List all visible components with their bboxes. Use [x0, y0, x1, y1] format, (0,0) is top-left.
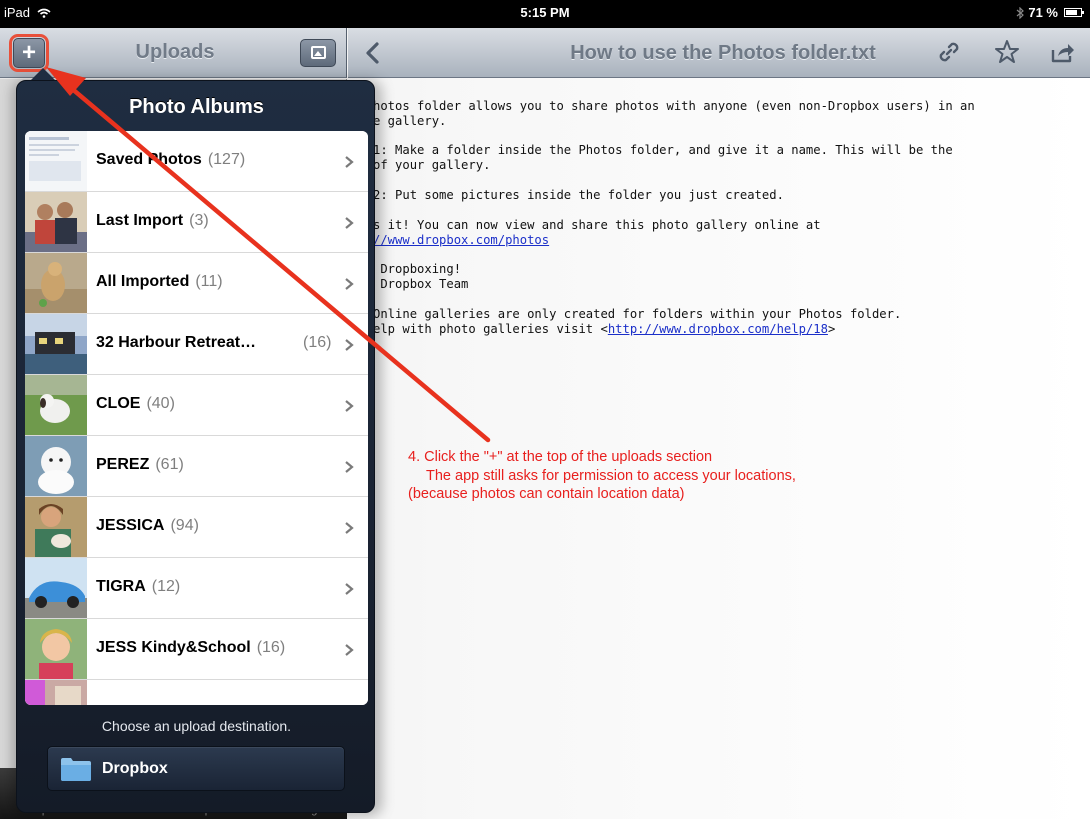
document-body: e Photos folder allows you to share phot… [351, 84, 1090, 366]
doc-line: ep 1: Make a folder inside the Photos fo… [351, 143, 953, 158]
link-icon[interactable] [936, 39, 962, 65]
album-name: JESS Kindy&School (16) [96, 639, 286, 656]
album-thumbnail [25, 558, 87, 618]
album-count: (16) [303, 334, 332, 351]
album-thumbnail [25, 497, 87, 557]
album-row-jessica[interactable]: JESSICA (94) [25, 497, 368, 558]
chevron-right-icon [345, 400, 354, 412]
album-name: All Imported (11) [96, 273, 223, 290]
album-row-saved-photos[interactable]: Saved Photos (127) [25, 131, 368, 192]
battery-icon [1064, 8, 1084, 17]
album-count: (94) [170, 517, 199, 534]
document-toolbar: How to use the Photos folder.txt [348, 28, 1090, 78]
chevron-right-icon [345, 583, 354, 595]
album-row-last-import[interactable]: Last Import (3) [25, 192, 368, 253]
doc-line: e Photos folder allows you to share phot… [351, 98, 975, 113]
album-name: Saved Photos (127) [96, 151, 246, 168]
album-count: (40) [146, 395, 175, 412]
status-right: 71 % [1016, 5, 1084, 20]
help-link[interactable]: http://www.dropbox.com/help/18 [608, 322, 828, 336]
album-count: (61) [155, 456, 184, 473]
doc-line: at's it! You can now view and share this… [351, 217, 821, 232]
album-thumbnail [25, 375, 87, 435]
annotation-note: 4. Click the "+" at the top of the uploa… [408, 448, 928, 504]
album-thumbnail [25, 619, 87, 679]
album-name: CLOE (40) [96, 395, 175, 412]
album-count: (16) [256, 639, 286, 656]
album-thumbnail [25, 131, 87, 191]
chevron-right-icon [345, 461, 354, 473]
album-row-all-imported[interactable]: All Imported (11) [25, 253, 368, 314]
chevron-right-icon [345, 522, 354, 534]
battery-percent: 71 % [1028, 5, 1058, 20]
photo-icon [311, 46, 326, 59]
album-thumbnail [25, 436, 87, 496]
album-row-tigra[interactable]: TIGRA (12) [25, 558, 368, 619]
popover-title: Photo Albums [129, 96, 264, 118]
album-row-perez[interactable]: PEREZ (61) [25, 436, 368, 497]
album-name: Last Import (3) [96, 212, 209, 229]
annotation-line: The app still asks for permission to acc… [426, 467, 796, 484]
chevron-right-icon [345, 339, 354, 351]
folder-icon [61, 758, 91, 781]
chevron-right-icon [345, 644, 354, 656]
album-thumbnail [25, 192, 87, 252]
chevron-right-icon [345, 278, 354, 290]
album-thumbnail [25, 680, 87, 705]
annotation-line: (because photos can contain location dat… [408, 486, 685, 502]
album-row-partial[interactable] [25, 680, 368, 705]
photo-library-button[interactable] [300, 39, 336, 67]
upload-destination-hint: Choose an upload destination. [101, 718, 292, 734]
status-bar: iPad 5:15 PM 71 % [0, 0, 1090, 28]
upload-destination-button[interactable]: Dropbox [47, 746, 345, 791]
clock: 5:15 PM [520, 5, 570, 20]
back-chevron-icon[interactable] [362, 41, 384, 65]
star-icon[interactable] [994, 39, 1020, 65]
album-list: Saved Photos (127) Last Import (3) All I… [25, 131, 368, 705]
add-upload-button[interactable]: + [9, 34, 49, 72]
chevron-right-icon [345, 156, 354, 168]
album-name: TIGRA (12) [96, 578, 181, 595]
album-row-cloe[interactable]: CLOE (40) [25, 375, 368, 436]
album-thumbnail [25, 253, 87, 313]
annotation-line: 4. Click the "+" at the top of the uploa… [408, 449, 713, 465]
album-count: (12) [151, 578, 181, 595]
album-count: (3) [189, 212, 209, 229]
album-count: (11) [195, 273, 223, 290]
uploads-title: Uploads [135, 41, 215, 63]
doc-line: r help with photo galleries visit < [351, 321, 608, 336]
document-title: How to use the Photos folder.txt [570, 42, 876, 64]
bluetooth-icon [1016, 6, 1025, 19]
album-name: JESSICA (94) [96, 517, 199, 534]
album-count: (127) [207, 151, 246, 168]
album-row-32-harbour-retreat[interactable]: 32 Harbour Retreat… (16) [25, 314, 368, 375]
doc-line: ep 2: Put some pictures inside the folde… [351, 187, 784, 202]
album-name: PEREZ (61) [96, 456, 184, 473]
doc-line: > [827, 321, 836, 336]
share-icon[interactable] [1050, 39, 1076, 65]
doc-line: S. Online galleries are only created for… [351, 306, 902, 321]
photo-albums-popover: Photo Albums Saved Photos (127) Last Imp… [16, 80, 375, 813]
destination-label: Dropbox [102, 760, 168, 777]
album-name: 32 Harbour Retreat… [96, 334, 257, 351]
chevron-right-icon [345, 217, 354, 229]
album-thumbnail [25, 314, 87, 374]
album-row-jess-kindy-school[interactable]: JESS Kindy&School (16) [25, 619, 368, 680]
